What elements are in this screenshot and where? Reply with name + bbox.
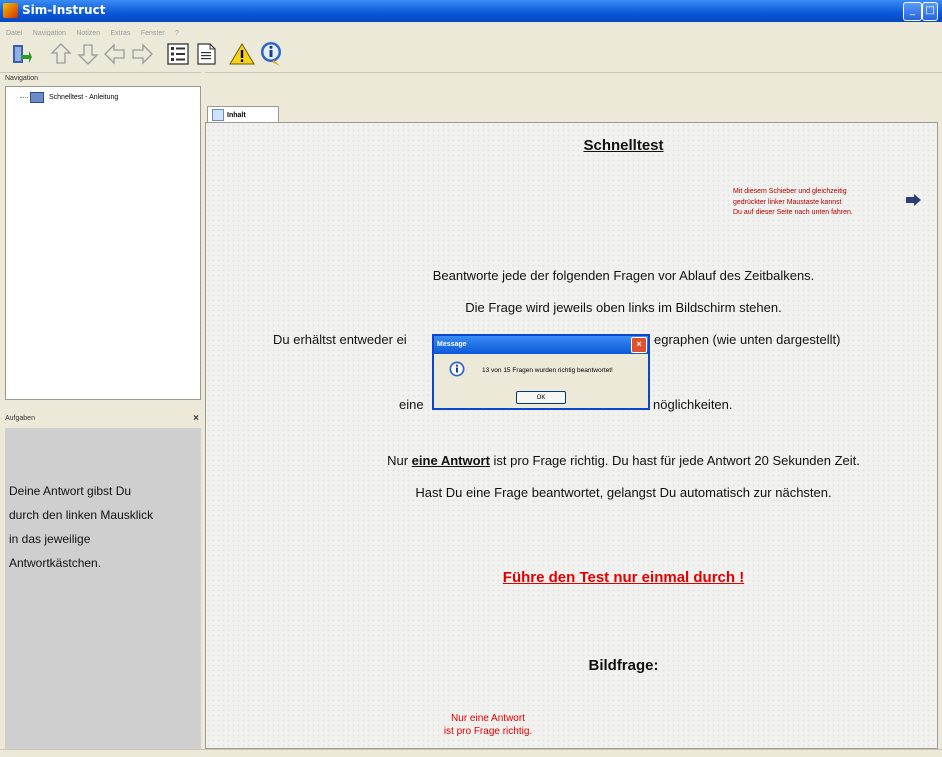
scroll-hint: Mit diesem Schieber und gleichzeitig ged… (733, 187, 923, 219)
arrow-right-icon (132, 43, 153, 65)
exit-icon (13, 45, 32, 63)
down-button[interactable] (75, 41, 101, 67)
navigation-tree[interactable]: Schnelltest - Anleitung (5, 86, 201, 400)
maximize-button[interactable]: □ (922, 2, 938, 21)
up-button[interactable] (48, 41, 74, 67)
navigation-header: Navigation (5, 75, 39, 82)
nav-item-label: Schnelltest - Anleitung (49, 94, 119, 101)
dialog-close-button[interactable]: × (631, 337, 647, 353)
window-title: Sim-Instruct (22, 3, 106, 17)
title-bar: Sim-Instruct _ □ (0, 0, 942, 22)
tasks-header: Aufgaben × (5, 412, 201, 426)
contents-button[interactable] (165, 41, 191, 67)
text-segment: Nur (387, 453, 412, 468)
info-button[interactable] (258, 41, 284, 67)
instruction-line-partial: egraphen (wie unten dargestellt) (654, 332, 841, 347)
list-icon (167, 43, 189, 65)
text-segment: ist pro Frage richtig. Du hast für jede … (489, 453, 860, 468)
minimize-button[interactable]: _ (903, 2, 922, 21)
warning-button[interactable] (229, 41, 255, 67)
scroll-hint-line: Mit diesem Schieber und gleichzeitig (733, 188, 847, 195)
app-icon (3, 3, 18, 18)
warning-icon (229, 43, 255, 65)
dialog-message: 13 von 15 Fragen wurden richtig beantwor… (482, 367, 613, 374)
emphasis-text: eine Antwort (411, 453, 490, 468)
instruction-line-partial: nöglichkeiten. (653, 397, 733, 412)
notes-button[interactable] (193, 41, 219, 67)
tree-line (20, 97, 28, 98)
forward-button[interactable] (129, 41, 155, 67)
scroll-hint-line: Du auf dieser Seite nach unten fahren. (733, 209, 853, 216)
arrow-right-icon (906, 194, 921, 206)
tab-inhalt[interactable]: Inhalt (207, 106, 279, 123)
page-icon (212, 109, 224, 121)
tasks-panel: Deine Antwort gibst Du durch den linken … (5, 428, 201, 754)
tab-label: Inhalt (227, 111, 246, 119)
tasks-line: in das jeweilige (9, 532, 91, 546)
red-note-line: ist pro Frage richtig. (443, 726, 533, 737)
instruction-line: Nur eine Antwort ist pro Frage richtig. … (257, 453, 937, 468)
dialog-title: Message (437, 341, 467, 348)
exit-button[interactable] (8, 41, 34, 67)
page-title: Schnelltest (583, 137, 664, 154)
instruction-line: Die Frage wird jeweils oben links im Bil… (465, 300, 782, 315)
instruction-line-partial: eine (399, 397, 424, 412)
instruction-line: Beantworte jede der folgenden Fragen vor… (432, 268, 815, 283)
arrow-left-icon (104, 43, 125, 65)
warning-text: Führe den Test nur einmal durch ! (502, 569, 745, 586)
dialog-titlebar: Message × (434, 336, 648, 354)
instruction-line: Hast Du eine Frage beantwortet, gelangst… (415, 485, 832, 500)
nav-item-schnelltest[interactable]: Schnelltest - Anleitung (20, 92, 119, 103)
arrow-up-icon (50, 43, 72, 64)
info-icon (449, 361, 465, 377)
document-icon (197, 43, 216, 65)
ok-button[interactable]: OK (516, 391, 566, 404)
tasks-line: Antwortkästchen. (9, 556, 102, 570)
scroll-hint-line: gedrückter linker Maustaste kannst (733, 198, 842, 206)
red-note-line: Nur eine Antwort (451, 713, 525, 724)
tasks-line: Deine Antwort gibst Du (9, 484, 132, 498)
red-note: Nur eine Antwort ist pro Frage richtig. (423, 712, 553, 738)
close-icon[interactable]: × (193, 412, 199, 426)
instruction-line-partial: Du erhältst entweder ei (273, 332, 407, 347)
menu-bar: Datei Navigation Notizen Extras Fenster … (0, 22, 942, 37)
arrow-down-icon (77, 44, 99, 65)
message-dialog: Message × 13 von 15 Fragen wurden richti… (432, 334, 650, 410)
info-icon (261, 42, 281, 66)
book-icon (30, 92, 44, 103)
tasks-header-label: Aufgaben (5, 415, 35, 422)
bildfrage-heading: Bildfrage: (588, 657, 659, 674)
content-area: Schnelltest Mit diesem Schieber und glei… (205, 122, 938, 749)
toolbar (0, 36, 942, 73)
back-button[interactable] (102, 41, 128, 67)
tab-bar: Inhalt (205, 102, 942, 123)
tasks-line: durch den linken Mausklick (9, 508, 154, 522)
